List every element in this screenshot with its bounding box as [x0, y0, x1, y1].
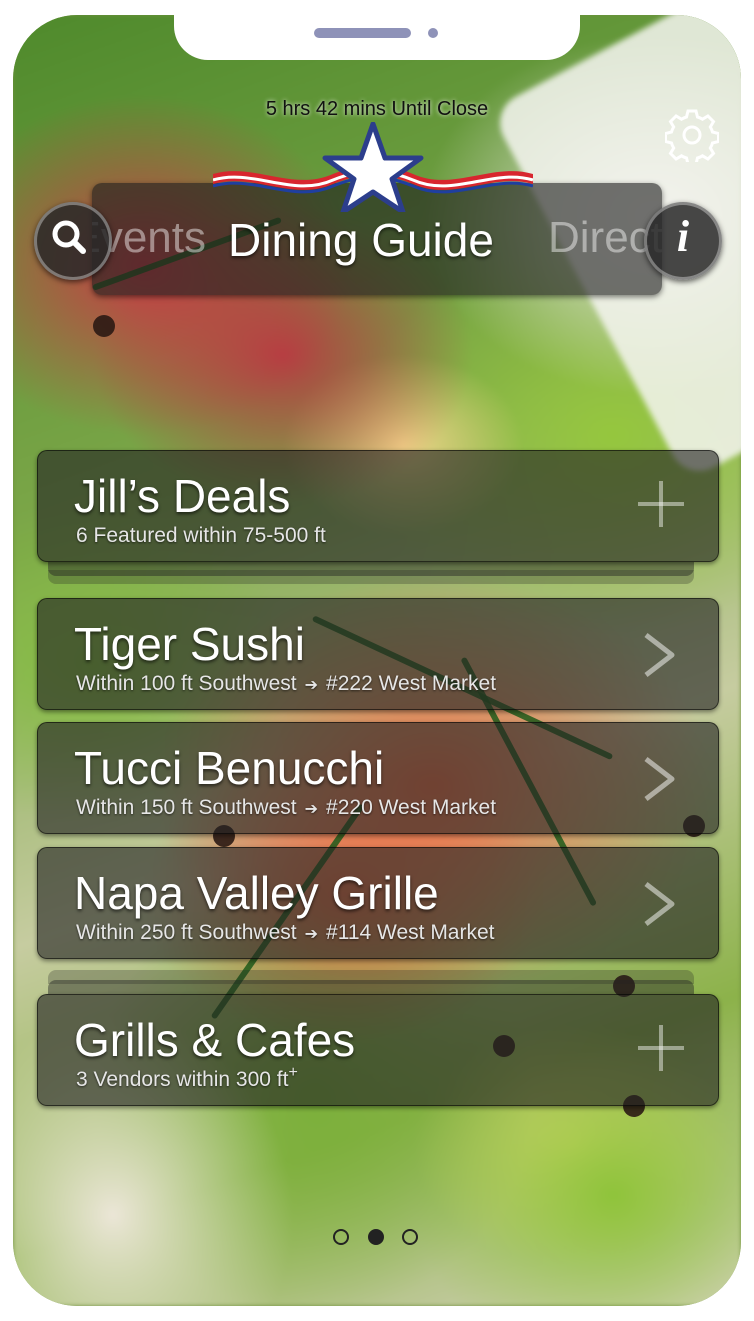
restaurant-location: Within 250 ft Southwest ➔ #114 West Market [76, 921, 495, 945]
search-button[interactable] [34, 202, 112, 280]
chevron-right-icon[interactable] [640, 755, 680, 803]
info-icon: i [676, 212, 690, 261]
camera-dot [428, 28, 438, 38]
deals-stack-shadow [48, 570, 694, 584]
page-title: Dining Guide [228, 214, 494, 266]
restaurant-card[interactable]: Tiger Sushi Within 100 ft Southwest ➔ #222… [37, 598, 719, 710]
restaurant-address: #222 West Market [326, 672, 497, 695]
restaurant-address: #220 West Market [326, 796, 497, 819]
restaurant-address: #114 West Market [326, 921, 495, 944]
page-dot-1[interactable] [333, 1229, 349, 1245]
star-ribbon-logo [213, 122, 533, 212]
gear-icon[interactable] [665, 108, 719, 162]
restaurant-distance: Within 250 ft Southwest [76, 921, 297, 944]
info-button[interactable]: i [644, 202, 722, 280]
arrow-icon: ➔ [304, 801, 319, 818]
category-card[interactable]: Grills & Cafes 3 Vendors within 300 ft+ [37, 994, 719, 1106]
peppercorn [93, 315, 115, 337]
page-indicator[interactable] [333, 1229, 423, 1249]
closing-countdown: 5 hrs 42 mins Until Close [265, 98, 489, 120]
search-icon [52, 220, 86, 254]
category-subtitle-plus: + [288, 1064, 298, 1081]
category-subtitle: 3 Vendors within 300 ft+ [76, 1064, 298, 1092]
expand-plus-icon[interactable] [638, 1025, 684, 1071]
chevron-right-icon[interactable] [640, 631, 680, 679]
restaurant-name: Tiger Sushi [74, 618, 305, 670]
page-dot-3[interactable] [402, 1229, 418, 1245]
deals-title: Jill’s Deals [74, 470, 291, 522]
deals-subtitle: 6 Featured within 75-500 ft [76, 524, 326, 547]
restaurant-distance: Within 150 ft Southwest [76, 796, 297, 819]
expand-plus-icon[interactable] [638, 481, 684, 527]
category-stack-top [48, 980, 694, 994]
arrow-icon: ➔ [304, 926, 319, 943]
restaurant-name: Tucci Benucchi [74, 742, 385, 794]
restaurant-card[interactable]: Tucci Benucchi Within 150 ft Southwest ➔ #… [37, 722, 719, 834]
arrow-icon: ➔ [304, 677, 319, 694]
category-title: Grills & Cafes [74, 1014, 356, 1066]
page-dot-2[interactable] [368, 1229, 384, 1245]
deals-card[interactable]: Jill’s Deals 6 Featured within 75-500 ft [37, 450, 719, 562]
restaurant-distance: Within 100 ft Southwest [76, 672, 297, 695]
restaurant-card[interactable]: Napa Valley Grille Within 250 ft Southwe… [37, 847, 719, 959]
restaurant-name: Napa Valley Grille [74, 867, 439, 919]
category-subtitle-text: 3 Vendors within 300 ft [76, 1068, 289, 1091]
speaker-grille [314, 28, 411, 38]
chevron-right-icon[interactable] [640, 880, 680, 928]
restaurant-location: Within 150 ft Southwest ➔ #220 West Market [76, 796, 496, 820]
restaurant-location: Within 100 ft Southwest ➔ #222 West Market [76, 672, 496, 696]
